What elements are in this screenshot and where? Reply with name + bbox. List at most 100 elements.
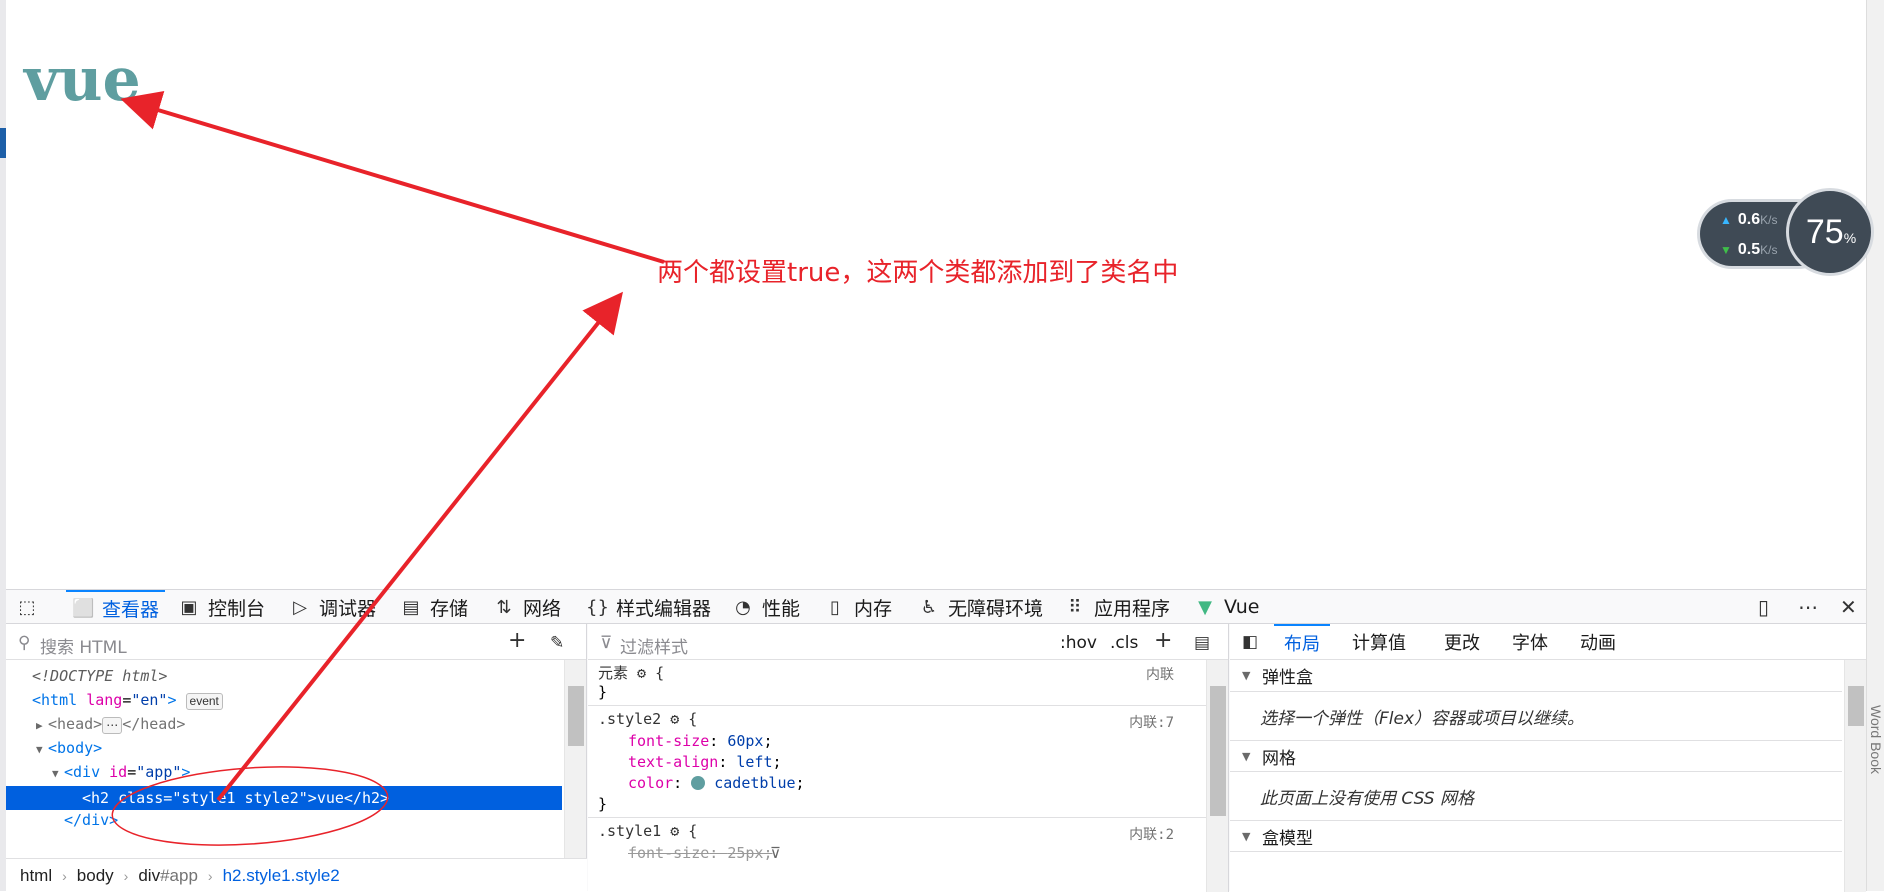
upload-arrow-icon: ▲: [1720, 213, 1732, 227]
sidebar-scrollbar[interactable]: [1844, 660, 1866, 892]
collapse-arrow-icon: ▼: [1242, 749, 1251, 763]
tab-computed[interactable]: 计算值: [1352, 624, 1406, 660]
grid-section-header[interactable]: ▼ 网格: [1230, 740, 1842, 772]
sidebar-scroll-thumb[interactable]: [1848, 686, 1864, 726]
tab-console[interactable]: ▣ 控制台: [178, 590, 265, 624]
eyedropper-icon[interactable]: ✎: [550, 633, 564, 653]
rules-scrollbar[interactable]: [1206, 660, 1228, 892]
element-rule-selector[interactable]: 元素 ⚙ {: [598, 662, 664, 683]
style2-rule-close: }: [598, 795, 608, 813]
color-swatch[interactable]: [691, 776, 706, 790]
tab-fonts[interactable]: 字体: [1512, 624, 1548, 660]
filter-property-icon[interactable]: ⊽: [770, 844, 781, 862]
style2-rule-source[interactable]: 内联:7: [1129, 712, 1174, 732]
hov-button[interactable]: :hov: [1060, 633, 1097, 653]
style2-rule-selector[interactable]: .style2 ⚙ {: [598, 710, 697, 728]
rules-filter-bar[interactable]: ⊽ 过滤样式 :hov .cls + ▤: [588, 624, 1228, 660]
rules-panel: ⊽ 过滤样式 :hov .cls + ▤ 元素 ⚙ { 内联 } .style2…: [588, 624, 1229, 892]
collapse-arrow-icon[interactable]: ▼: [36, 743, 48, 756]
layout-sidebar: ◧ 布局 计算值 更改 字体 动画 ▼ 弹性盒 选择一个弹性（Flex）容器或项目…: [1230, 624, 1866, 892]
tab-vue[interactable]: ▼ Vue: [1194, 590, 1259, 624]
close-icon: ✕: [1840, 595, 1857, 619]
tree-div-app[interactable]: ▼ <div id="app">: [52, 763, 190, 781]
html-search-input[interactable]: 搜索 HTML: [40, 633, 127, 658]
sidebar-tabs: ◧ 布局 计算值 更改 字体 动画: [1230, 624, 1866, 660]
style2-font-size[interactable]: font-size: 60px;: [628, 732, 773, 750]
collapse-arrow-icon: ▼: [1242, 829, 1251, 843]
filter-icon: ⊽: [600, 633, 613, 653]
print-media-icon[interactable]: ▤: [1194, 633, 1210, 653]
dock-toggle-button[interactable]: ▯: [1758, 590, 1769, 624]
flexbox-section-header[interactable]: ▼ 弹性盒: [1230, 660, 1842, 692]
tree-body[interactable]: ▼ <body>: [36, 739, 102, 757]
gear-icon[interactable]: ⚙: [670, 822, 679, 840]
tree-html[interactable]: <html lang="en"> event: [32, 691, 223, 710]
rules-scroll-thumb[interactable]: [1210, 686, 1226, 816]
tree-div-close[interactable]: </div>: [64, 811, 118, 829]
style1-rule-selector[interactable]: .style1 ⚙ {: [598, 822, 697, 840]
gear-icon[interactable]: ⚙: [637, 664, 646, 682]
collapse-arrow-icon: ▼: [1242, 669, 1251, 682]
more-options-button[interactable]: ⋯: [1798, 590, 1818, 624]
performance-icon: ◔: [735, 596, 751, 618]
add-node-button[interactable]: +: [508, 628, 526, 653]
tab-application[interactable]: ⠿ 应用程序: [1064, 590, 1170, 624]
add-rule-button[interactable]: +: [1154, 628, 1172, 653]
gauge-value: 75%: [1805, 213, 1857, 251]
close-devtools-button[interactable]: ✕: [1840, 590, 1857, 624]
markup-scrollbar[interactable]: [564, 660, 586, 858]
memory-icon: ▯: [830, 596, 840, 618]
markup-tree: <!DOCTYPE html> <html lang="en"> event ▶…: [6, 660, 564, 858]
tab-inspector[interactable]: ⬜ 查看器: [66, 590, 166, 624]
rules-list: 元素 ⚙ { 内联 } .style2 ⚙ { 内联:7 font-size: …: [588, 660, 1206, 892]
rule-divider: [588, 817, 1206, 818]
more-icon: ⋯: [1798, 595, 1818, 619]
expand-arrow-icon[interactable]: ▶: [36, 719, 48, 732]
style1-font-size-overridden[interactable]: font-size: 25px;: [628, 844, 773, 862]
usage-gauge[interactable]: 75%: [1786, 188, 1874, 276]
tree-head[interactable]: ▶ <head> ⋯ </head>: [36, 715, 185, 734]
tree-h2-selected[interactable]: <h2 class="style1 style2">vue</h2>: [6, 786, 562, 810]
devtools-panel: ⬚ ⬜ 查看器 ▣ 控制台 ▷ 调试器 ▤ 存储 ⇅ 网络 {} 样式编辑器 ◔ 性能 ▯ 内存…: [6, 589, 1866, 892]
network-icon: ⇅: [496, 596, 512, 618]
boxmodel-section-header[interactable]: ▼ 盒模型: [1230, 820, 1842, 852]
rules-filter-input[interactable]: 过滤样式: [620, 633, 688, 658]
event-badge[interactable]: event: [185, 693, 223, 710]
breadcrumb-h2[interactable]: h2.style1.style2: [223, 866, 340, 886]
console-icon: ▣: [180, 596, 198, 618]
tab-memory[interactable]: ▯ 内存: [824, 590, 892, 624]
gear-icon[interactable]: ⚙: [670, 710, 679, 728]
tab-changes[interactable]: 更改: [1444, 624, 1480, 660]
rule-divider: [588, 705, 1206, 706]
element-picker-button[interactable]: ⬚: [16, 590, 46, 624]
style-editor-icon: {}: [586, 596, 609, 618]
style2-color[interactable]: color: cadetblue;: [628, 774, 805, 792]
style2-text-align[interactable]: text-align: left;: [628, 753, 782, 771]
tab-animations[interactable]: 动画: [1580, 624, 1616, 660]
toggle-sidebar-icon[interactable]: ◧: [1242, 632, 1258, 652]
markup-panel: ⚲ 搜索 HTML + ✎ <!DOCTYPE html> <html lang…: [6, 624, 587, 892]
tab-network[interactable]: ⇅ 网络: [493, 590, 561, 624]
element-rule-source[interactable]: 内联: [1146, 664, 1174, 684]
collapse-arrow-icon[interactable]: ▼: [52, 767, 64, 780]
inspector-icon: ⬜: [72, 597, 95, 619]
tab-layout[interactable]: 布局: [1274, 624, 1330, 660]
tab-debugger[interactable]: ▷ 调试器: [289, 590, 376, 624]
cls-button[interactable]: .cls: [1110, 633, 1138, 653]
annotation-text: 两个都设置true，这两个类都添加到了类名中: [657, 258, 1179, 288]
style1-rule-source[interactable]: 内联:2: [1129, 824, 1174, 844]
breadcrumb-body[interactable]: body: [77, 866, 114, 886]
html-search-bar[interactable]: ⚲ 搜索 HTML + ✎: [6, 624, 586, 660]
tree-doctype[interactable]: <!DOCTYPE html>: [32, 667, 167, 685]
breadcrumb-div[interactable]: div#app: [138, 866, 198, 886]
tab-accessibility[interactable]: ♿ 无障碍环境: [918, 590, 1043, 624]
markup-scroll-thumb[interactable]: [568, 686, 584, 746]
tab-style-editor[interactable]: {} 样式编辑器: [586, 590, 711, 624]
accessibility-icon: ♿: [920, 596, 938, 618]
breadcrumb: html › body › div#app › h2.style1.style2: [6, 858, 587, 892]
application-icon: ⠿: [1068, 596, 1082, 618]
tab-storage[interactable]: ▤ 存储: [400, 590, 468, 624]
tab-performance[interactable]: ◔ 性能: [732, 590, 800, 624]
grid-message: 此页面上没有使用 CSS 网格: [1260, 789, 1474, 809]
breadcrumb-html[interactable]: html: [20, 866, 52, 886]
